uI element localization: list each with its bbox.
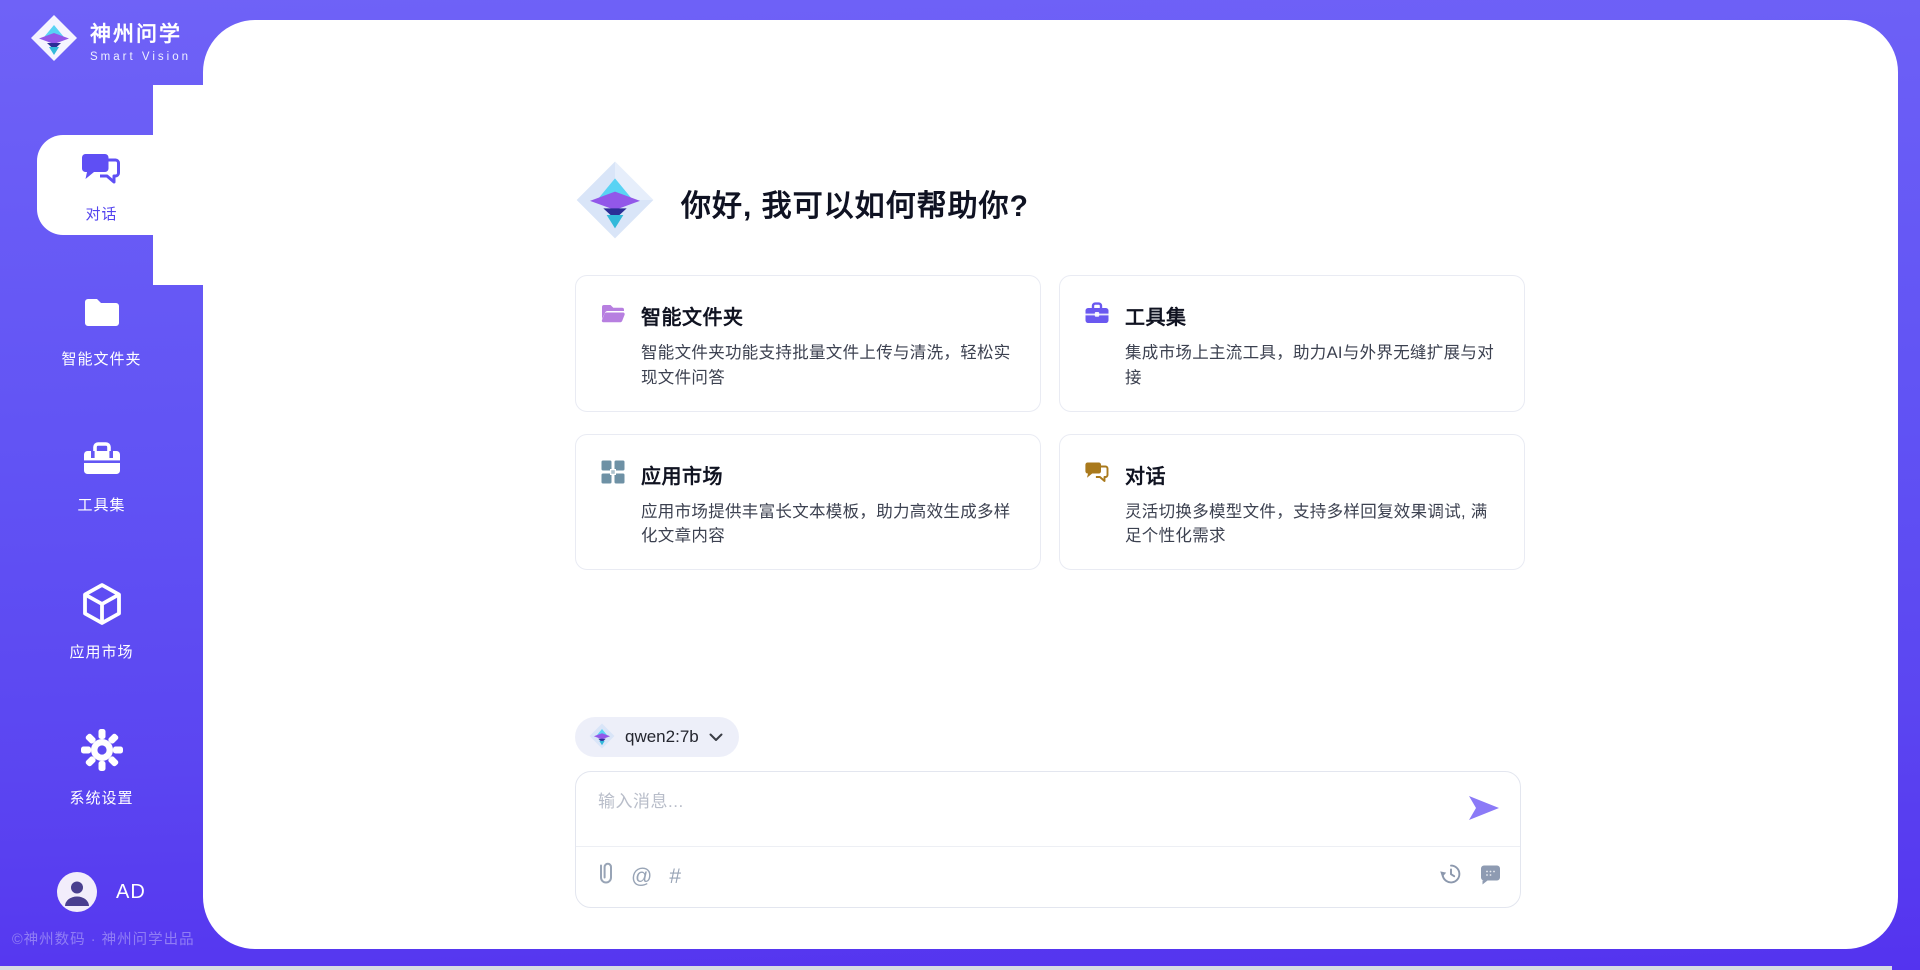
paperclip-icon <box>598 861 614 893</box>
diamond-logo-icon <box>30 14 78 67</box>
sidebar-item-label: 对话 <box>85 203 117 224</box>
sidebar-item-label: 应用市场 <box>69 641 133 662</box>
message-input[interactable] <box>598 787 1438 837</box>
user-initials: AD <box>116 881 146 904</box>
send-button[interactable] <box>1466 793 1502 825</box>
user-chip[interactable]: AD <box>57 872 146 912</box>
hash-icon: # <box>669 865 681 889</box>
model-name: qwen2:7b <box>625 727 699 747</box>
card-description: 灵活切换多模型文件，支持多样回复效果调试, 满足个性化需求 <box>1125 500 1500 550</box>
at-icon: @ <box>631 865 652 889</box>
card-title: 工具集 <box>1125 301 1187 330</box>
model-logo-icon <box>589 723 615 752</box>
mention-button[interactable]: @ <box>631 865 652 889</box>
greeting-title: 你好, 我可以如何帮助你? <box>681 181 1029 225</box>
sidebar-item-smart-folder[interactable]: 智能文件夹 <box>0 290 203 369</box>
sidebar-item-label: 系统设置 <box>69 787 133 808</box>
cube-icon <box>79 581 125 632</box>
history-button[interactable] <box>1439 862 1463 892</box>
composer-toolbar: @ # <box>598 855 1502 899</box>
sidebar-item-chat[interactable]: 对话 <box>37 135 204 235</box>
attach-button[interactable] <box>598 861 614 893</box>
feature-card-chat[interactable]: 对话 灵活切换多模型文件，支持多样回复效果调试, 满足个性化需求 <box>1059 434 1525 571</box>
feature-cards: 智能文件夹 智能文件夹功能支持批量文件上传与清洗，轻松实现文件问答 工具集 <box>575 275 1525 570</box>
card-title: 应用市场 <box>641 460 723 489</box>
card-description: 集成市场上主流工具，助力AI与外界无缝扩展与对接 <box>1125 341 1500 391</box>
chat-icon <box>1084 459 1110 490</box>
brand-logo: 神州问学 Smart Vision <box>30 14 191 67</box>
user-avatar <box>57 872 97 912</box>
greeting-block: 你好, 我可以如何帮助你? <box>575 160 1029 245</box>
app-window: 神州问学 Smart Vision 对话 智能文件夹 <box>0 0 1920 970</box>
chat-bubbles-icon <box>80 147 124 196</box>
composer-divider <box>576 846 1520 847</box>
feature-card-toolset[interactable]: 工具集 集成市场上主流工具，助力AI与外界无缝扩展与对接 <box>1059 275 1525 412</box>
folder-open-icon <box>600 300 626 331</box>
gear-icon <box>79 727 125 778</box>
card-title: 智能文件夹 <box>641 301 744 330</box>
brand-name: 神州问学 <box>90 18 191 48</box>
feature-card-app-market[interactable]: 应用市场 应用市场提供丰富长文本模板，助力高效生成多样化文章内容 <box>575 434 1041 571</box>
sidebar-item-label: 智能文件夹 <box>61 348 141 369</box>
sidebar-item-toolset[interactable]: 工具集 <box>0 436 203 515</box>
chevron-down-icon <box>709 730 723 745</box>
folder-icon <box>80 290 124 339</box>
card-description: 应用市场提供丰富长文本模板，助力高效生成多样化文章内容 <box>641 500 1016 550</box>
card-description: 智能文件夹功能支持批量文件上传与清洗，轻松实现文件问答 <box>641 341 1016 391</box>
card-title: 对话 <box>1125 460 1166 489</box>
main-panel: 你好, 我可以如何帮助你? 智能文件夹 智能文件夹功能支持批量文件上传与清洗，轻… <box>203 20 1898 949</box>
app-grid-icon <box>600 459 626 490</box>
quick-phrases-button[interactable] <box>1478 862 1502 892</box>
topic-button[interactable]: # <box>669 865 681 889</box>
copyright-text: ©神州数码 · 神州问学出品 <box>12 928 195 949</box>
chat-square-icon <box>1478 862 1502 892</box>
window-bottom-edge <box>0 966 1892 970</box>
toolbox-icon <box>80 436 124 485</box>
model-selector[interactable]: qwen2:7b <box>575 717 739 757</box>
brand-subtitle: Smart Vision <box>90 51 191 63</box>
sidebar-item-app-market[interactable]: 应用市场 <box>0 581 203 662</box>
send-icon <box>1468 810 1500 825</box>
sidebar-item-settings[interactable]: 系统设置 <box>0 727 203 808</box>
message-composer: @ # <box>575 771 1521 908</box>
briefcase-icon <box>1084 300 1110 331</box>
feature-card-smart-folder[interactable]: 智能文件夹 智能文件夹功能支持批量文件上传与清洗，轻松实现文件问答 <box>575 275 1041 412</box>
active-tab-top-curve <box>153 85 203 135</box>
sidebar-item-label: 工具集 <box>77 494 125 515</box>
history-icon <box>1439 862 1463 892</box>
diamond-logo-icon <box>575 160 655 245</box>
active-tab-bottom-curve <box>153 235 203 285</box>
